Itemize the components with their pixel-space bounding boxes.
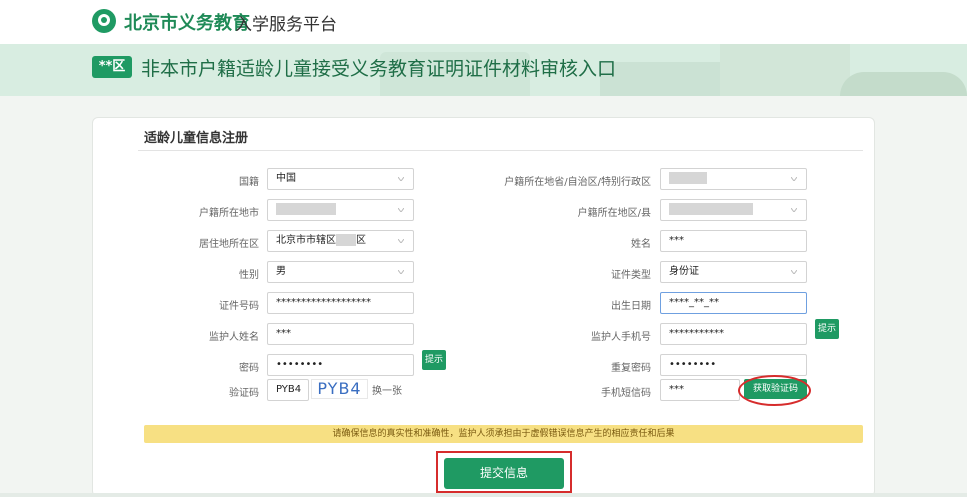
household-county-select[interactable] [660, 199, 807, 221]
household-city-label: 户籍所在地市 [199, 208, 259, 219]
id-type-select[interactable]: 身份证 [660, 261, 807, 283]
page-title: 非本市户籍适龄儿童接受义务教育证明证件材料审核入口 [141, 58, 617, 80]
name-input[interactable]: *** [660, 230, 807, 252]
household-county-label: 户籍所在地区/县 [577, 208, 651, 219]
redacted-value [669, 172, 707, 184]
residence-district-label: 居住地所在区 [199, 239, 259, 250]
guardian-name-label: 监护人姓名 [209, 332, 259, 343]
gender-label: 性别 [239, 270, 259, 281]
residence-district-select[interactable]: 北京市市辖区 区 [267, 230, 414, 252]
birth-date-label: 出生日期 [611, 301, 651, 312]
guardian-name-input[interactable]: *** [267, 323, 414, 345]
district-badge: **区 [92, 56, 132, 78]
chevron-down-icon [398, 270, 404, 274]
sms-code-label: 手机短信码 [601, 388, 651, 399]
banner-decoration [720, 44, 850, 96]
page-footer-strip [0, 493, 967, 497]
brand-subtitle: 入学服务平台 [235, 15, 337, 35]
guardian-phone-label: 监护人手机号 [591, 332, 651, 343]
captcha-input[interactable]: PYB4 [267, 379, 309, 401]
divider [138, 150, 863, 151]
id-number-input[interactable]: ******************* [267, 292, 414, 314]
logo-icon [92, 9, 116, 33]
submit-button[interactable]: 提交信息 [444, 458, 564, 489]
id-type-value: 身份证 [669, 266, 699, 277]
redacted-value [669, 203, 753, 215]
birth-date-input[interactable]: ****_**_** [660, 292, 807, 314]
name-label: 姓名 [631, 239, 651, 250]
brand-name: 北京市义务教育 [124, 13, 250, 34]
id-type-label: 证件类型 [611, 270, 651, 281]
nationality-value: 中国 [276, 173, 296, 184]
password-label: 密码 [239, 363, 259, 374]
chevron-down-icon [398, 239, 404, 243]
captcha-refresh-link[interactable]: 换一张 [372, 382, 402, 397]
captcha-label: 验证码 [229, 388, 259, 399]
gender-select[interactable]: 男 [267, 261, 414, 283]
password-input[interactable]: •••••••• [267, 354, 414, 376]
redacted-value [336, 234, 356, 246]
household-province-select[interactable] [660, 168, 807, 190]
nationality-select[interactable]: 中国 [267, 168, 414, 190]
banner-decoration [840, 72, 967, 96]
highlight-circle [738, 375, 811, 406]
household-province-label: 户籍所在地省/自治区/特别行政区 [504, 177, 651, 188]
captcha-image[interactable]: PYB4 [311, 379, 368, 399]
residence-district-suffix: 区 [356, 235, 366, 246]
confirm-password-input[interactable]: •••••••• [660, 354, 807, 376]
chevron-down-icon [791, 177, 797, 181]
gender-value: 男 [276, 266, 286, 277]
chevron-down-icon [398, 177, 404, 181]
guardian-phone-input[interactable]: *********** [660, 323, 807, 345]
nationality-label: 国籍 [239, 177, 259, 188]
id-number-label: 证件号码 [219, 301, 259, 312]
notice-banner: 请确保信息的真实性和准确性，监护人须承担由于虚假错误信息产生的相应责任和后果 [144, 425, 863, 443]
chevron-down-icon [791, 270, 797, 274]
confirm-password-label: 重复密码 [611, 363, 651, 374]
password-tip-button[interactable]: 提示 [422, 350, 446, 370]
redacted-value [276, 203, 336, 215]
chevron-down-icon [791, 208, 797, 212]
phone-tip-button[interactable]: 提示 [815, 319, 839, 339]
household-city-select[interactable] [267, 199, 414, 221]
residence-district-prefix: 北京市市辖区 [276, 235, 336, 246]
sms-code-input[interactable]: *** [660, 379, 740, 401]
form-title: 适龄儿童信息注册 [144, 131, 249, 146]
chevron-down-icon [398, 208, 404, 212]
